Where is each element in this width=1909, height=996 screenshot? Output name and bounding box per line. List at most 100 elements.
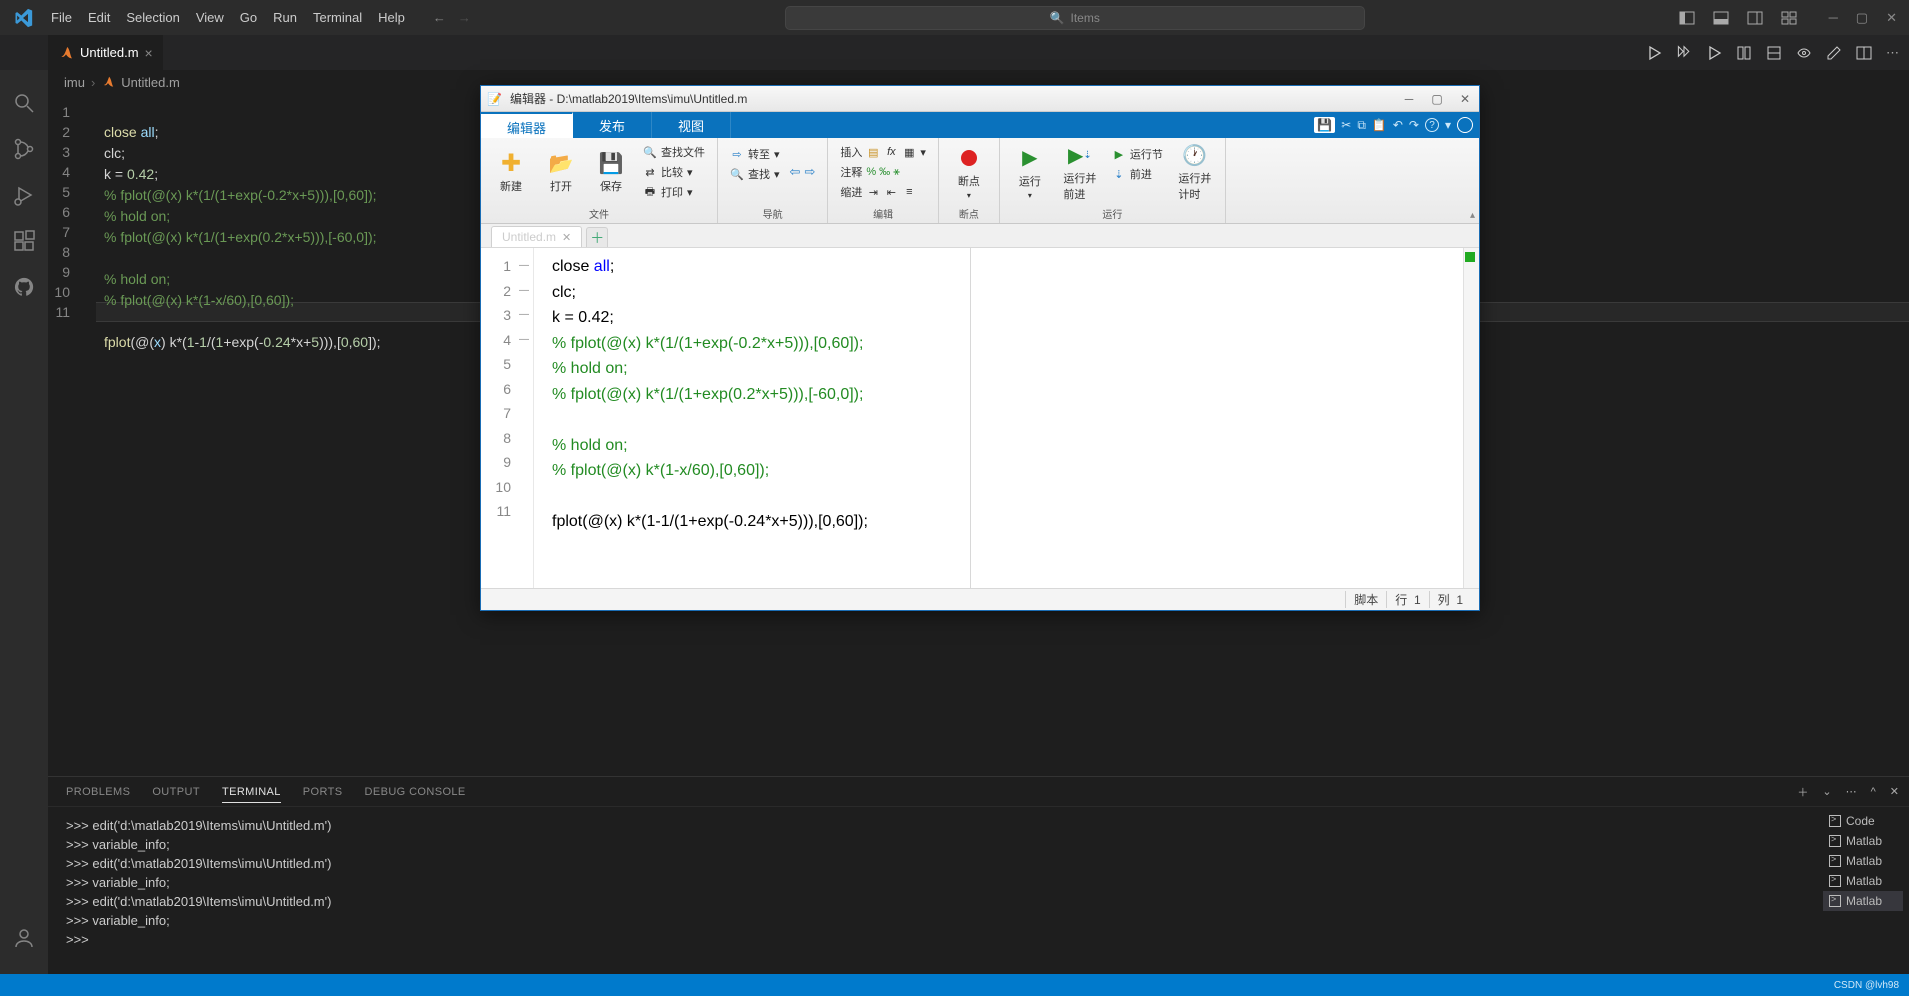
matlab-save-button[interactable]: 💾保存 bbox=[589, 150, 633, 194]
menu-selection[interactable]: Selection bbox=[118, 6, 187, 29]
window-minimize-icon[interactable]: ─ bbox=[1829, 10, 1838, 25]
matlab-print-button[interactable]: 🖶打印 ▾ bbox=[639, 183, 709, 201]
menu-edit[interactable]: Edit bbox=[80, 6, 118, 29]
reveal-icon[interactable] bbox=[1796, 45, 1812, 61]
terminal-more-icon[interactable]: ⋯ bbox=[1846, 785, 1857, 798]
terminal-list-item[interactable]: Matlab bbox=[1823, 831, 1903, 851]
matlab-find-button[interactable]: 🔍查找 ▾ bbox=[726, 165, 784, 183]
section-icon[interactable] bbox=[1766, 45, 1782, 61]
menu-go[interactable]: Go bbox=[232, 6, 265, 29]
nav-back-icon[interactable]: ← bbox=[433, 10, 446, 25]
layout-pane-bottom-icon[interactable] bbox=[1713, 10, 1729, 26]
panel-close-icon[interactable]: ✕ bbox=[1890, 785, 1899, 798]
matlab-indent-button[interactable]: 缩进 ⇥ ⇤ ≡ bbox=[836, 183, 930, 201]
run-play-icon[interactable] bbox=[1646, 45, 1662, 61]
matlab-window-title: 编辑器 - D:\matlab2019\Items\imu\Untitled.m bbox=[510, 90, 747, 107]
matlab-undo-icon[interactable]: ↶ bbox=[1393, 118, 1403, 132]
matlab-findfile-button[interactable]: 🔍查找文件 bbox=[639, 143, 709, 161]
terminal-list-item[interactable]: Matlab bbox=[1823, 891, 1903, 911]
extensions-icon[interactable] bbox=[12, 229, 36, 253]
matlab-close-icon[interactable]: ✕ bbox=[1457, 92, 1473, 106]
scm-icon[interactable] bbox=[12, 137, 36, 161]
matlab-filetab-close-icon[interactable]: ✕ bbox=[562, 231, 571, 244]
menu-run[interactable]: Run bbox=[265, 6, 305, 29]
matlab-split-line bbox=[970, 248, 971, 588]
terminal-body[interactable]: >>> edit('d:\matlab2019\Items\imu\Untitl… bbox=[48, 807, 1909, 960]
terminal-list-item[interactable]: Matlab bbox=[1823, 871, 1903, 891]
editor-tab-untitled[interactable]: Untitled.m × bbox=[48, 35, 164, 70]
open-folder-icon: 📂 bbox=[548, 150, 574, 176]
panel-tab-terminal[interactable]: TERMINAL bbox=[222, 786, 281, 803]
panel-tab-debugconsole[interactable]: DEBUG CONSOLE bbox=[365, 786, 466, 798]
matlab-save-qat-icon[interactable]: 💾 bbox=[1314, 117, 1335, 133]
layout-custom-icon[interactable] bbox=[1781, 10, 1797, 26]
matlab-tab-view[interactable]: 视图 bbox=[652, 112, 731, 138]
matlab-comment-button[interactable]: 注释 % ‰ ⚹ bbox=[836, 163, 930, 181]
debug-icon[interactable] bbox=[12, 183, 36, 207]
matlab-scrollbar[interactable] bbox=[1463, 248, 1479, 588]
matlab-paste-icon[interactable]: 📋 bbox=[1372, 118, 1387, 132]
compare-icon: ⇄ bbox=[643, 165, 657, 179]
matlab-maximize-icon[interactable]: ▢ bbox=[1429, 92, 1445, 106]
matlab-group-bp: 断点 bbox=[939, 206, 999, 223]
menu-view[interactable]: View bbox=[188, 6, 232, 29]
account-icon[interactable] bbox=[12, 926, 36, 950]
matlab-group-run: 运行 bbox=[1000, 206, 1225, 223]
matlab-runadvance-button[interactable]: ▶⇣运行并 前进 bbox=[1058, 142, 1102, 202]
matlab-tab-publish[interactable]: 发布 bbox=[573, 112, 652, 138]
compare-icon[interactable] bbox=[1736, 45, 1752, 61]
split-editor-icon[interactable] bbox=[1856, 45, 1872, 61]
matlab-runtime-button[interactable]: 🕐运行并 计时 bbox=[1173, 142, 1217, 202]
run-play2-icon[interactable] bbox=[1676, 45, 1692, 61]
search-activity-icon[interactable] bbox=[12, 91, 36, 115]
matlab-add-tab-button[interactable]: ＋ bbox=[586, 227, 608, 247]
matlab-editor-window: 📝 编辑器 - D:\matlab2019\Items\imu\Untitled… bbox=[480, 85, 1480, 611]
matlab-titlebar[interactable]: 📝 编辑器 - D:\matlab2019\Items\imu\Untitled… bbox=[481, 86, 1479, 112]
layout-pane-left-icon[interactable] bbox=[1679, 10, 1695, 26]
matlab-min-ribbon-icon[interactable]: ▾ bbox=[1445, 118, 1451, 132]
matlab-help-icon[interactable]: ? bbox=[1425, 118, 1439, 132]
matlab-new-button[interactable]: ✚新建 bbox=[489, 150, 533, 194]
matlab-tab-editor[interactable]: 编辑器 bbox=[481, 112, 573, 138]
breadcrumb-imu[interactable]: imu bbox=[64, 75, 85, 90]
matlab-code-area[interactable]: 1234567891011 ———— close all; clc; k = 0… bbox=[481, 248, 1479, 588]
menu-terminal[interactable]: Terminal bbox=[305, 6, 370, 29]
window-maximize-icon[interactable]: ▢ bbox=[1856, 10, 1868, 26]
matlab-code-analyzer-icon[interactable] bbox=[1465, 252, 1475, 262]
menu-file[interactable]: File bbox=[43, 6, 80, 29]
run-play3-icon[interactable] bbox=[1706, 45, 1722, 61]
terminal-list-item[interactable]: Matlab bbox=[1823, 851, 1903, 871]
terminal-new-icon[interactable]: ＋ bbox=[1797, 784, 1808, 800]
github-icon[interactable] bbox=[12, 275, 36, 299]
matlab-copy-icon[interactable]: ⧉ bbox=[1357, 118, 1366, 133]
panel-tab-ports[interactable]: PORTS bbox=[303, 786, 343, 798]
matlab-redo-icon[interactable]: ↷ bbox=[1409, 118, 1419, 132]
edit-pencil-icon[interactable] bbox=[1826, 45, 1842, 61]
matlab-compare-button[interactable]: ⇄比较 ▾ bbox=[639, 163, 709, 181]
matlab-minimize-icon[interactable]: ─ bbox=[1401, 92, 1417, 106]
matlab-corner-circle-icon[interactable] bbox=[1457, 117, 1473, 133]
panel-tab-output[interactable]: OUTPUT bbox=[152, 786, 200, 798]
editor-tab-close-icon[interactable]: × bbox=[145, 45, 153, 61]
command-center-search[interactable]: 🔍 Items bbox=[785, 6, 1365, 30]
matlab-open-button[interactable]: 📂打开 bbox=[539, 150, 583, 194]
run-icon: ▶ bbox=[1017, 145, 1043, 171]
panel-tab-problems[interactable]: PROBLEMS bbox=[66, 786, 130, 798]
menu-help[interactable]: Help bbox=[370, 6, 413, 29]
matlab-run-button[interactable]: ▶运行▾ bbox=[1008, 145, 1052, 200]
nav-forward-icon[interactable]: → bbox=[458, 10, 471, 25]
window-close-icon[interactable]: ✕ bbox=[1886, 10, 1897, 26]
matlab-goto-button[interactable]: ⇨转至 ▾ bbox=[726, 145, 784, 163]
matlab-insert-button[interactable]: 插入 ▤ fx ▦ ▾ bbox=[836, 143, 930, 161]
terminal-list-item[interactable]: Code bbox=[1823, 811, 1903, 831]
matlab-cut-icon[interactable]: ✂ bbox=[1341, 118, 1351, 132]
panel-maximize-icon[interactable]: ^ bbox=[1871, 786, 1876, 798]
breadcrumb-file[interactable]: Untitled.m bbox=[121, 75, 180, 90]
more-ellipsis-icon[interactable]: ⋯ bbox=[1886, 45, 1899, 61]
matlab-breakpoint-button[interactable]: 断点▾ bbox=[947, 145, 991, 200]
matlab-runsection-button[interactable]: ▶运行节 bbox=[1108, 145, 1167, 163]
terminal-dropdown-icon[interactable]: ⌄ bbox=[1822, 785, 1831, 798]
layout-pane-right-icon[interactable] bbox=[1747, 10, 1763, 26]
matlab-file-tab-untitled[interactable]: Untitled.m✕ bbox=[491, 226, 582, 247]
matlab-advance-button[interactable]: ⇣前进 bbox=[1108, 165, 1167, 183]
